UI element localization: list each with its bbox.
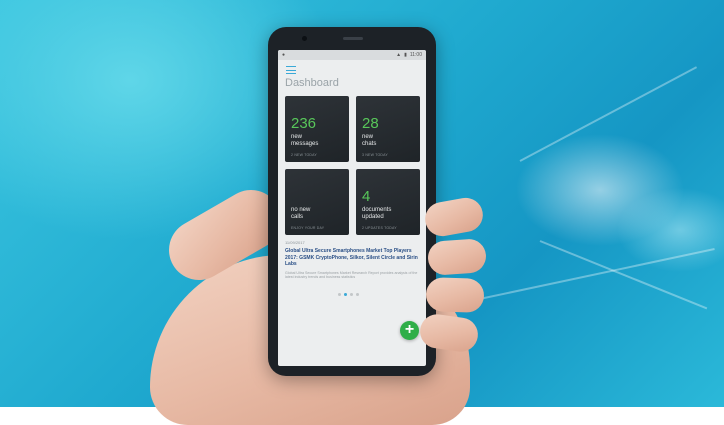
pager-dot[interactable] [356, 293, 359, 296]
card-value: 28 [362, 115, 379, 132]
card-label: no new [291, 207, 311, 213]
pager-dot[interactable] [338, 293, 341, 296]
news-date: 11/09/2017 [285, 240, 305, 245]
card-chats[interactable]: 28 new chats 3 NEW TODAY [356, 96, 420, 162]
hand-finger [426, 238, 488, 276]
card-label: new [362, 134, 374, 140]
card-subtitle: 2 NEW TODAY [291, 153, 317, 157]
page-title: Dashboard [285, 77, 339, 89]
card-subtitle: 2 UPDATES TODAY [362, 226, 397, 230]
battery-icon: ▮ [404, 52, 407, 58]
earpiece [343, 37, 363, 40]
smartphone: ● ▲ ▮ 11:00 Dashboard 236 new messages 2… [268, 27, 436, 376]
add-fab-button[interactable]: + [400, 321, 419, 340]
news-body: Global Ultra Secure Smartphones Market R… [285, 270, 418, 280]
pager-dot-active[interactable] [344, 293, 347, 296]
card-label: updated [362, 214, 384, 220]
notification-icon: ● [282, 52, 286, 58]
hamburger-menu-icon[interactable] [286, 66, 296, 74]
card-label: new [291, 134, 303, 140]
card-subtitle: 3 NEW TODAY [362, 153, 388, 157]
news-headline[interactable]: Global Ultra Secure Smartphones Market T… [285, 248, 419, 268]
card-value: 4 [362, 188, 371, 205]
status-bar: ● ▲ ▮ 11:00 [278, 50, 426, 60]
card-label: messages [291, 141, 319, 147]
card-messages[interactable]: 236 new messages 2 NEW TODAY [285, 96, 349, 162]
card-value: 236 [291, 115, 317, 132]
card-label: calls [291, 214, 304, 220]
pager-dots [338, 293, 359, 296]
front-camera [302, 36, 307, 41]
wifi-icon: ▲ [396, 52, 402, 58]
pager-dot[interactable] [350, 293, 353, 296]
status-time: 11:00 [409, 52, 422, 58]
dashboard-grid: 236 new messages 2 NEW TODAY 28 new chat… [285, 96, 420, 235]
card-calls[interactable]: no new calls ENJOY YOUR DAY [285, 169, 349, 235]
app-header: Dashboard [278, 60, 426, 96]
card-subtitle: ENJOY YOUR DAY [291, 226, 325, 230]
card-label: chats [362, 141, 377, 147]
phone-screen: ● ▲ ▮ 11:00 Dashboard 236 new messages 2… [278, 50, 426, 366]
card-documents[interactable]: 4 documents updated 2 UPDATES TODAY [356, 169, 420, 235]
card-label: documents [362, 207, 392, 213]
news-item[interactable]: 11/09/2017 Global Ultra Secure Smartphon… [285, 240, 419, 280]
hand-finger [425, 276, 485, 314]
